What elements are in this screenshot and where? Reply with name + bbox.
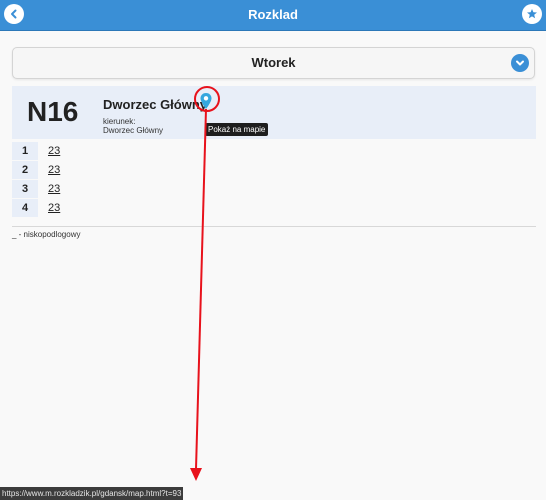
timetable-minute-link[interactable]: 23 <box>48 142 60 160</box>
timetable-hour: 3 <box>12 180 38 198</box>
timetable-minute-link[interactable]: 23 <box>48 199 60 217</box>
annotation-circle <box>194 86 220 112</box>
route-header: N16 Dworzec Główny kierunek: Dworzec Głó… <box>12 86 536 139</box>
line-number: N16 <box>27 96 79 127</box>
timetable-hour: 2 <box>12 161 38 179</box>
legend-text: _ - niskopodlogowy <box>12 230 81 239</box>
favorite-button[interactable] <box>522 4 542 24</box>
chevron-left-icon <box>11 9 17 19</box>
direction-value: Dworzec Główny <box>103 126 164 135</box>
map-tooltip: Pokaż na mapie <box>205 123 269 136</box>
status-bar-url: https://www.m.rozkladzik.pl/gdansk/map.h… <box>0 487 184 500</box>
chevron-down-icon <box>516 60 524 66</box>
timetable-row: 2 23 <box>12 161 536 179</box>
timetable-hour: 1 <box>12 142 38 160</box>
day-select[interactable]: Wtorek <box>12 47 535 79</box>
timetable-row: 4 23 <box>12 199 536 217</box>
day-select-toggle[interactable] <box>511 54 529 72</box>
timetable-row: 3 23 <box>12 180 536 198</box>
stop-name: Dworzec Główny <box>103 97 208 112</box>
timetable-hour: 4 <box>12 199 38 217</box>
direction-label: kierunek: <box>103 117 136 126</box>
timetable-minute-link[interactable]: 23 <box>48 161 60 179</box>
page-title: Rozklad <box>248 7 298 22</box>
timetable-row: 1 23 <box>12 142 536 160</box>
day-select-value: Wtorek <box>251 55 296 70</box>
legend-divider <box>12 226 536 227</box>
app-header: Rozklad <box>0 0 546 31</box>
star-icon <box>527 9 537 19</box>
back-button[interactable] <box>4 4 24 24</box>
timetable-minute-link[interactable]: 23 <box>48 180 60 198</box>
